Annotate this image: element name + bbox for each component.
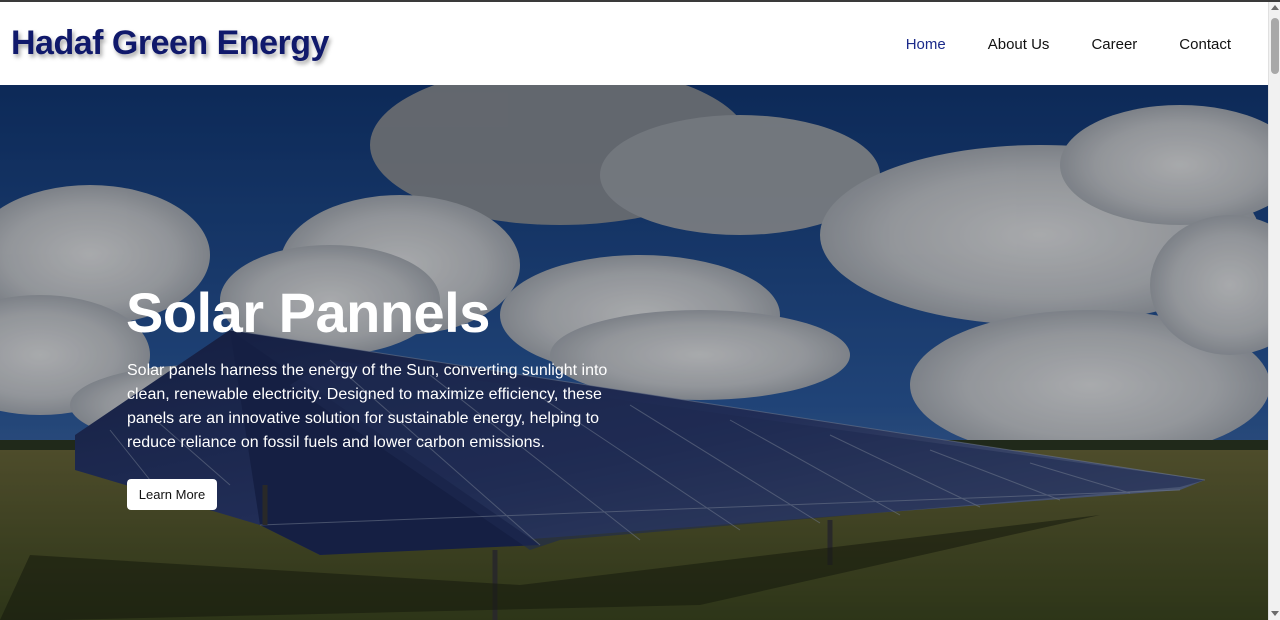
- main-nav: Home About Us Career Contact: [864, 36, 1231, 53]
- site-header: Hadaf Green Energy Home About Us Career …: [0, 2, 1268, 85]
- hero-title: Solar Pannels: [126, 281, 490, 344]
- hero-section: Solar Pannels Solar panels harness the e…: [0, 85, 1268, 620]
- hero-overlay: [0, 85, 1268, 620]
- hero-description: Solar panels harness the energy of the S…: [127, 362, 608, 451]
- learn-more-button[interactable]: Learn More: [127, 479, 217, 510]
- nav-contact-link[interactable]: Contact: [1179, 36, 1231, 53]
- scroll-up-arrow-icon[interactable]: [1271, 5, 1279, 10]
- brand-logo[interactable]: Hadaf Green Energy: [11, 24, 329, 63]
- vertical-scrollbar[interactable]: [1268, 2, 1280, 620]
- nav-career-link[interactable]: Career: [1091, 36, 1137, 53]
- scroll-down-arrow-icon[interactable]: [1271, 611, 1279, 616]
- nav-about-us-link[interactable]: About Us: [988, 36, 1050, 53]
- scrollbar-thumb[interactable]: [1271, 18, 1279, 74]
- nav-home-link[interactable]: Home: [906, 36, 946, 53]
